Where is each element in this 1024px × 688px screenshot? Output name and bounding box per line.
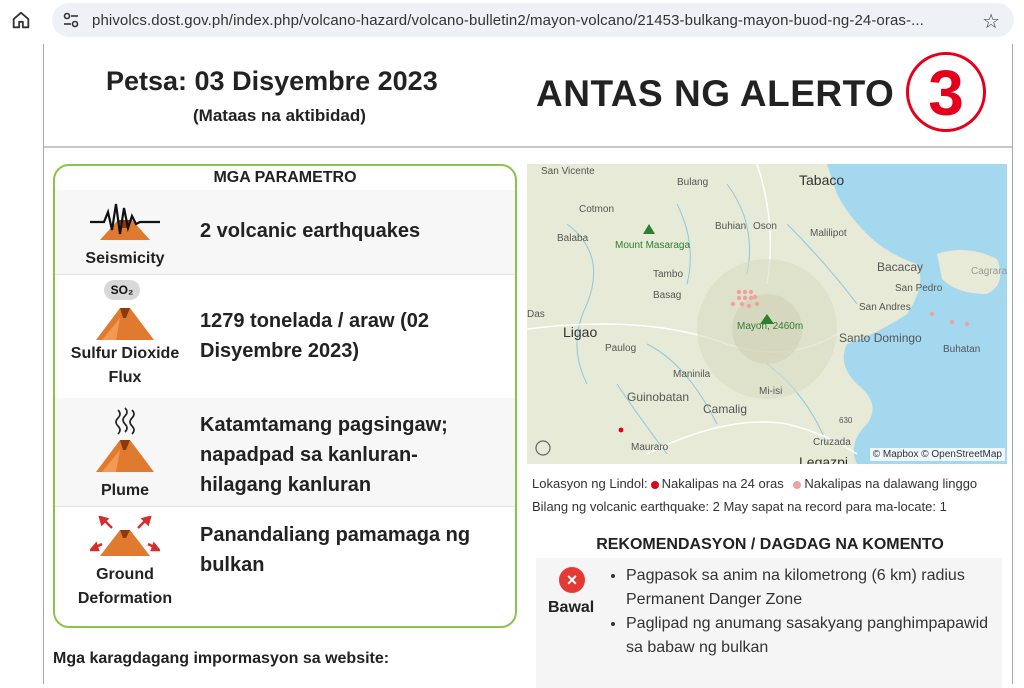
older-quake-dot: [793, 480, 802, 489]
home-icon[interactable]: [10, 9, 32, 31]
recent-quake-dot: [650, 480, 659, 489]
svg-text:Bulang: Bulang: [677, 177, 708, 188]
legend-older: Nakalipas na dalawang linggo: [804, 476, 978, 491]
svg-text:Maninila: Maninila: [673, 369, 711, 380]
bookmark-star-icon[interactable]: ☆: [982, 9, 1000, 34]
volcano-icon: [96, 308, 154, 340]
param-label-seismicity: Seismicity: [85, 250, 165, 267]
param-row-seismicity: Seismicity 2 volcanic earthquakes: [55, 190, 515, 275]
svg-text:Balaba: Balaba: [557, 233, 589, 244]
header-divider: [44, 146, 1012, 148]
url-text[interactable]: phivolcs.dost.gov.ph/index.php/volcano-h…: [92, 12, 924, 29]
bulletin-date: Petsa: 03 Disyembre 2023: [106, 66, 438, 96]
svg-text:Cagraray: Cagraray: [971, 266, 1007, 277]
more-info-heading: Mga karagdagang impormasyon sa website:: [53, 650, 390, 667]
map-attribution[interactable]: © Mapbox © OpenStreetMap: [869, 448, 1005, 461]
svg-text:Santo Domingo: Santo Domingo: [839, 331, 922, 345]
alert-level-badge: 3: [906, 52, 986, 132]
address-bar[interactable]: phivolcs.dost.gov.ph/index.php/volcano-h…: [52, 3, 1014, 37]
parameters-title: MGA PARAMETRO: [55, 166, 515, 191]
site-settings-icon[interactable]: [62, 11, 80, 29]
param-value-plume: Katamtamang pagsingaw; napadpad sa kanlu…: [200, 414, 448, 496]
svg-text:Oson: Oson: [753, 221, 777, 232]
svg-text:San Andres: San Andres: [859, 302, 911, 313]
svg-text:Buhatan: Buhatan: [943, 344, 980, 355]
earthquake-location-map[interactable]: San Vicente Bulang Tabaco Cotmon Buhian …: [527, 164, 1007, 464]
param-label-deformation-line2: Deformation: [77, 590, 173, 607]
svg-text:Das: Das: [527, 309, 545, 320]
prohibited-icon: ×: [559, 567, 585, 593]
steam-volcano-icon: [96, 407, 154, 472]
so2-volcano-icon: SO₂: [90, 280, 160, 342]
recommendations-list: Pagpasok sa anim na kilometrong (6 km) r…: [608, 564, 1006, 660]
param-icon-cell: SO₂ Sulfur Dioxide Flux: [65, 280, 185, 390]
alert-level-label: ANTAS NG ALERTO: [536, 73, 895, 114]
svg-text:Bacacay: Bacacay: [877, 260, 923, 274]
earthquake-count: Bilang ng volcanic earthquake: 2 May sap…: [532, 499, 947, 514]
param-icon-cell: Plume: [65, 406, 185, 503]
svg-text:Tabaco: Tabaco: [799, 172, 844, 188]
svg-text:630: 630: [839, 416, 853, 425]
svg-text:Mount Masaraga: Mount Masaraga: [615, 240, 690, 251]
param-label-so2-line2: Flux: [108, 369, 142, 386]
svg-text:Mi-isi: Mi-isi: [759, 386, 782, 397]
inflation-volcano-icon: [88, 515, 162, 556]
param-label-deformation-line1: Ground: [96, 566, 154, 583]
svg-text:Malilipot: Malilipot: [810, 228, 847, 239]
recommendation-item: Paglipad ng anumang sasakyang panghimpap…: [626, 612, 1006, 660]
bulletin-page: Petsa: 03 Disyembre 2023 (Mataas na akti…: [43, 44, 1013, 688]
param-value-deformation: Panandaliang pamamaga ng bulkan: [200, 524, 471, 576]
svg-text:Guinobatan: Guinobatan: [627, 390, 689, 404]
svg-text:Camalig: Camalig: [703, 402, 747, 416]
legend-recent: Nakalipas na 24 oras: [661, 476, 784, 491]
param-value-seismicity: 2 volcanic earthquakes: [200, 220, 421, 242]
svg-text:San Pedro: San Pedro: [895, 283, 943, 294]
activity-level-text: (Mataas na aktibidad): [193, 106, 366, 125]
bawal-label: Bawal: [548, 599, 595, 616]
svg-text:Basag: Basag: [653, 290, 681, 301]
svg-text:Mayon, 2460m: Mayon, 2460m: [737, 321, 803, 332]
param-label-so2-line1: Sulfur Dioxide: [70, 345, 180, 362]
parameters-panel: MGA PARAMETRO Seismicity 2 volcanic eart…: [53, 164, 517, 628]
param-icon-cell: Seismicity: [65, 198, 185, 271]
svg-text:Buhian: Buhian: [715, 221, 746, 232]
param-row-so2: SO₂ Sulfur Dioxide Flux 1279 tonelada / …: [55, 274, 515, 399]
param-row-deformation: Ground Deformation Panandaliang pamamaga…: [55, 506, 515, 626]
param-icon-cell: Ground Deformation: [65, 515, 185, 611]
seismograph-volcano-icon: [90, 203, 160, 240]
map-canvas[interactable]: San Vicente Bulang Tabaco Cotmon Buhian …: [527, 164, 1007, 464]
svg-text:Ligao: Ligao: [563, 324, 597, 340]
map-legend: Lokasyon ng Lindol: Nakalipas na 24 oras …: [532, 476, 977, 491]
recommendations-title: REKOMENDASYON / DAGDAG NA KOMENTO: [596, 536, 944, 553]
svg-text:Legazpi: Legazpi: [799, 454, 848, 464]
param-row-plume: Plume Katamtamang pagsingaw; napadpad sa…: [55, 398, 515, 507]
param-value-so2: 1279 tonelada / araw (02 Disyembre 2023): [200, 310, 430, 362]
so2-badge: SO₂: [104, 280, 140, 300]
recommendation-item: Pagpasok sa anim na kilometrong (6 km) r…: [626, 564, 1006, 612]
svg-text:Mauraro: Mauraro: [631, 442, 669, 453]
svg-text:Paulog: Paulog: [605, 343, 636, 354]
legend-prefix: Lokasyon ng Lindol:: [532, 476, 648, 491]
param-label-plume: Plume: [100, 482, 149, 499]
svg-text:Cotmon: Cotmon: [579, 204, 614, 215]
recommendations-panel: × Bawal Pagpasok sa anim na kilometrong …: [536, 558, 1002, 688]
svg-text:Cruzada: Cruzada: [813, 437, 851, 448]
svg-text:San Vicente: San Vicente: [541, 166, 595, 177]
browser-toolbar: phivolcs.dost.gov.ph/index.php/volcano-h…: [0, 0, 1024, 40]
svg-text:Tambo: Tambo: [653, 269, 683, 280]
